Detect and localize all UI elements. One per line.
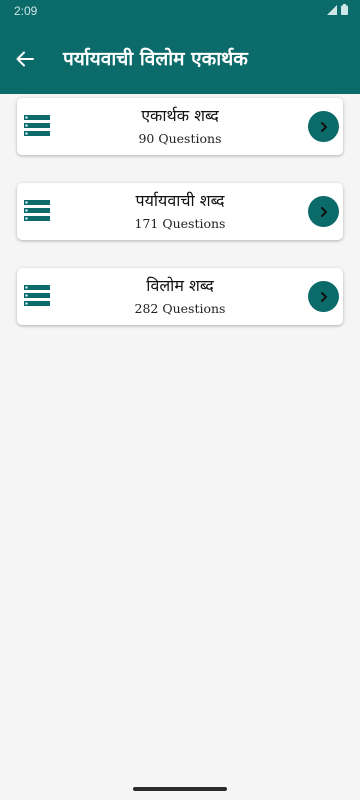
chevron-right-icon — [320, 291, 327, 302]
category-card-ekarthak[interactable]: एकार्थक शब्द 90 Questions — [17, 98, 343, 155]
open-button[interactable] — [308, 281, 339, 312]
status-icons — [327, 4, 348, 15]
category-list: एकार्थक शब्द 90 Questions पर्यायवाची शब्… — [17, 98, 343, 353]
card-question-count: 90 Questions — [138, 131, 222, 146]
card-question-count: 171 Questions — [134, 216, 226, 231]
app-bar: पर्यायवाची विलोम एकार्थक — [0, 24, 360, 94]
open-button[interactable] — [308, 196, 339, 227]
page-title: पर्यायवाची विलोम एकार्थक — [63, 48, 248, 70]
card-title: पर्यायवाची शब्द — [135, 191, 225, 210]
chevron-right-icon — [320, 121, 327, 132]
card-title: एकार्थक शब्द — [141, 106, 219, 125]
card-question-count: 282 Questions — [134, 301, 226, 316]
battery-icon — [341, 4, 348, 15]
arrow-left-icon — [16, 51, 34, 67]
status-time: 2:09 — [14, 4, 38, 18]
open-button[interactable] — [308, 111, 339, 142]
home-indicator[interactable] — [133, 787, 227, 791]
category-card-vilom[interactable]: विलोम शब्द 282 Questions — [17, 268, 343, 325]
status-bar: 2:09 — [0, 0, 360, 24]
card-title: विलोम शब्द — [146, 276, 214, 295]
back-button[interactable] — [6, 40, 44, 78]
signal-icon — [327, 4, 337, 15]
category-card-paryayvachi[interactable]: पर्यायवाची शब्द 171 Questions — [17, 183, 343, 240]
chevron-right-icon — [320, 206, 327, 217]
